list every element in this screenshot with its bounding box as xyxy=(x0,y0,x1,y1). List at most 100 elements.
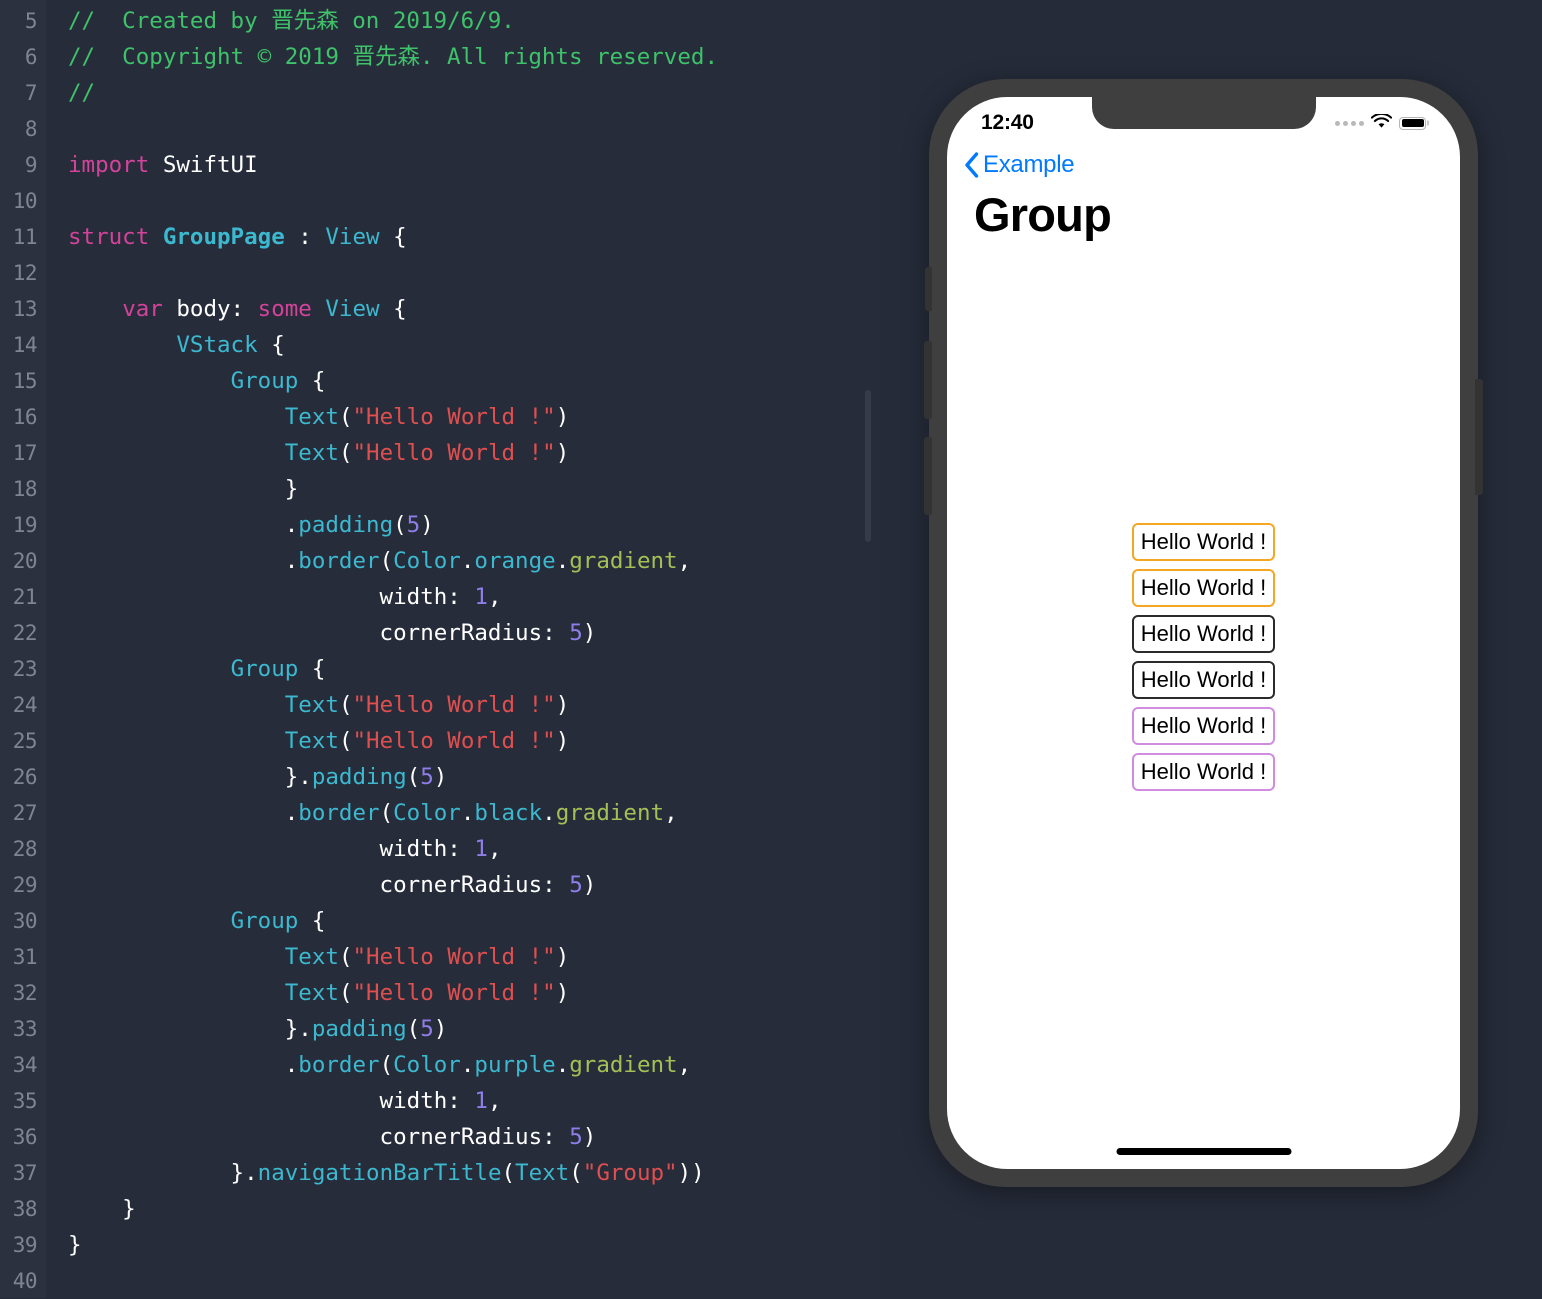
code-token: 5 xyxy=(406,512,421,538)
ringer-switch-button[interactable] xyxy=(925,267,932,311)
volume-down-button[interactable] xyxy=(924,437,932,515)
line-number: 38 xyxy=(12,1197,38,1221)
code-token: . xyxy=(68,512,299,538)
code-line[interactable]: cornerRadius: 5) xyxy=(68,615,880,651)
code-token: ( xyxy=(338,440,353,466)
page-title: Group xyxy=(974,188,1112,241)
line-number: 24 xyxy=(12,693,38,717)
line-number: 10 xyxy=(12,189,38,213)
line-number: 29 xyxy=(12,873,38,897)
code-token: ) xyxy=(582,872,597,898)
code-token: : xyxy=(284,224,326,250)
code-line[interactable]: Group { xyxy=(68,903,880,939)
code-token: SwiftUI xyxy=(149,152,258,178)
code-token: ( xyxy=(393,512,407,538)
volume-up-button[interactable] xyxy=(924,341,932,419)
code-token: ( xyxy=(379,548,394,574)
code-line[interactable]: Group { xyxy=(68,363,880,399)
code-line[interactable]: Text("Hello World !") xyxy=(68,939,880,975)
code-token: Text xyxy=(284,728,339,754)
code-line[interactable]: cornerRadius: 5) xyxy=(68,867,880,903)
code-line[interactable]: Text("Hello World !") xyxy=(68,435,880,471)
code-token: Text xyxy=(284,404,339,430)
vstack-content: Hello World ! Hello World ! Hello World ! H… xyxy=(947,145,1460,1169)
code-line[interactable]: // Created by 晋先森 on 2019/6/9. xyxy=(68,3,880,39)
code-line[interactable] xyxy=(68,111,880,147)
code-line[interactable]: }.padding(5) xyxy=(68,759,880,795)
code-token: { xyxy=(298,656,326,682)
code-token: } xyxy=(68,1196,136,1222)
code-token: . xyxy=(555,548,570,574)
line-number: 22 xyxy=(12,621,38,645)
code-line[interactable]: Text("Hello World !") xyxy=(68,723,880,759)
navigation-bar: Example Group xyxy=(947,145,1460,239)
code-line[interactable]: cornerRadius: 5) xyxy=(68,1119,880,1155)
code-token: GroupPage xyxy=(162,224,285,250)
code-line[interactable]: .border(Color.orange.gradient, xyxy=(68,543,880,579)
code-token: width: xyxy=(68,836,475,862)
line-number: 31 xyxy=(12,945,38,969)
code-line[interactable]: // xyxy=(68,75,880,111)
code-token: 1 xyxy=(474,584,488,610)
code-line[interactable]: // Copyright © 2019 晋先森. All rights rese… xyxy=(68,39,880,75)
code-line[interactable]: Text("Hello World !") xyxy=(68,687,880,723)
line-number: 5 xyxy=(24,9,38,33)
code-token: ) xyxy=(555,728,570,754)
code-token: border xyxy=(298,1052,380,1078)
code-line[interactable]: width: 1, xyxy=(68,831,880,867)
code-line[interactable]: width: 1, xyxy=(68,579,880,615)
code-line[interactable]: .border(Color.black.gradient, xyxy=(68,795,880,831)
code-line[interactable]: Text("Hello World !") xyxy=(68,975,880,1011)
code-line[interactable]: .padding(5) xyxy=(68,507,880,543)
code-token: ) xyxy=(555,692,570,718)
code-editor-pane[interactable]: 5 6 7 8 9 10 11 12 13 14 15 16 17 18 19 20 21 22 23 24 25 26 2… xyxy=(0,0,880,1298)
code-line[interactable]: }.padding(5) xyxy=(68,1011,880,1047)
code-line[interactable]: var body: some View { xyxy=(68,291,880,327)
code-line[interactable]: import SwiftUI xyxy=(68,147,880,183)
home-indicator xyxy=(1116,1148,1291,1155)
line-number: 27 xyxy=(12,801,38,825)
code-token: { xyxy=(298,908,326,934)
chevron-left-icon xyxy=(963,151,980,179)
code-line[interactable]: Group { xyxy=(68,651,880,687)
line-number: 40 xyxy=(12,1269,38,1293)
line-number: 8 xyxy=(24,117,38,141)
code-token: , xyxy=(677,1052,692,1078)
hello-world-box: Hello World ! xyxy=(1131,752,1276,791)
code-line[interactable] xyxy=(68,255,880,291)
code-line[interactable] xyxy=(68,183,880,219)
code-token: Text xyxy=(284,980,339,1006)
code-token: border xyxy=(298,548,380,574)
hello-world-box: Hello World ! xyxy=(1131,569,1276,608)
code-token: import xyxy=(68,152,150,178)
code-line[interactable]: VStack { xyxy=(68,327,880,363)
back-button[interactable]: Example xyxy=(963,145,1460,185)
code-line[interactable]: } xyxy=(68,1191,880,1227)
code-line[interactable]: } xyxy=(68,471,880,507)
code-token: struct xyxy=(68,224,150,250)
code-token: width: xyxy=(68,1088,475,1114)
line-number: 30 xyxy=(12,909,38,933)
code-token: orange xyxy=(474,548,556,574)
code-token: { xyxy=(257,332,285,358)
code-line[interactable] xyxy=(68,1263,880,1299)
editor-vertical-scrollbar[interactable] xyxy=(865,390,871,542)
code-line[interactable]: }.navigationBarTitle(Text("Group")) xyxy=(68,1155,880,1191)
code-line[interactable]: Text("Hello World !") xyxy=(68,399,880,435)
power-button[interactable] xyxy=(1475,379,1483,495)
line-number: 32 xyxy=(12,981,38,1005)
code-text-area[interactable]: // Created by 晋先森 on 2019/6/9. // Copyrig… xyxy=(46,0,880,1298)
code-token: 5 xyxy=(569,1124,583,1150)
code-line[interactable]: width: 1, xyxy=(68,1083,880,1119)
code-line[interactable]: .border(Color.purple.gradient, xyxy=(68,1047,880,1083)
canvas-preview-pane: 12:40 Example Group Hello World ! Hello … xyxy=(880,0,1542,1298)
code-line[interactable]: struct GroupPage : View { xyxy=(68,219,880,255)
code-line[interactable]: } xyxy=(68,1227,880,1263)
code-token: View xyxy=(325,296,380,322)
line-number: 11 xyxy=(12,225,38,249)
code-token: Text xyxy=(515,1160,570,1186)
